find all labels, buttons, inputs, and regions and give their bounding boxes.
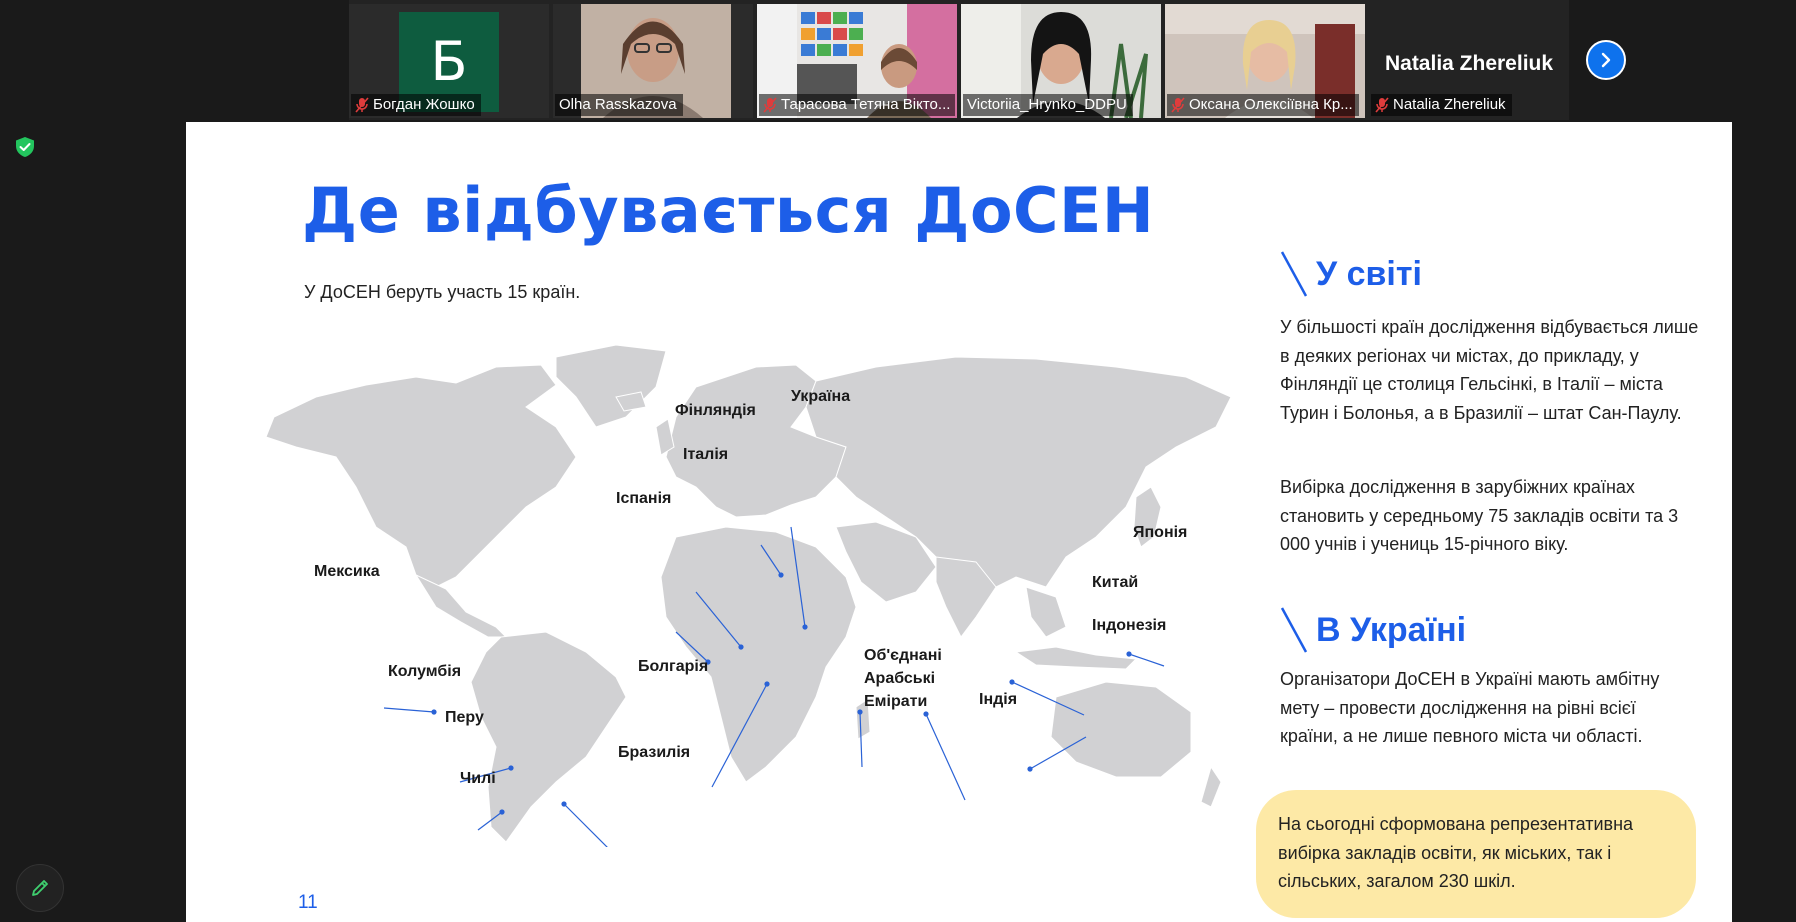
ukraine-callout: На сьогодні сформована репрезентативна в…: [1256, 790, 1696, 918]
india-pointer: [925, 713, 966, 801]
slash-decoration: [1280, 607, 1308, 653]
map-label-china: Китай: [1092, 574, 1139, 591]
participant-nameplate: Victoriia_Hrynko_DDPU: [963, 94, 1133, 116]
map-label-finland: Фінляндія: [675, 402, 756, 419]
world-paragraph-1: У більшості країн дослідження відбуваєть…: [1280, 317, 1699, 423]
north-america-shape: [265, 364, 577, 588]
next-participants-button[interactable]: [1586, 40, 1626, 80]
section-heading-ukraine: В Україні: [1280, 606, 1466, 654]
participant-nameplate: Богдан Жошко: [351, 94, 481, 116]
southeast-asia-shape: [1025, 586, 1067, 638]
australia-shape: [1050, 681, 1192, 778]
section-heading-world-text: У світі: [1316, 254, 1422, 293]
map-label-italy: Італія: [683, 446, 729, 463]
zoom-meeting-window: Б Богдан Жошко Olha Rasskazova Тарасова …: [0, 0, 1796, 922]
mic-muted-icon: [355, 97, 369, 113]
map-label-india: Індія: [979, 691, 1018, 708]
annotate-button[interactable]: [16, 864, 64, 912]
mic-muted-icon: [763, 97, 777, 113]
slide-subtitle: У ДоСЕН беруть участь 15 країн.: [304, 282, 581, 302]
central-america-shape: [414, 573, 508, 638]
mexico-pointer: [383, 707, 435, 713]
slash-decoration: [1280, 251, 1308, 297]
slide-title: Де відбувається ДоСЕН: [302, 174, 1155, 247]
map-label-indonesia: Індонезія: [1092, 617, 1167, 634]
participant-strip: Б Богдан Жошко Olha Rasskazova Тарасова …: [349, 0, 1569, 120]
participant-tile[interactable]: Б Богдан Жошко: [349, 4, 549, 118]
new-zealand-shape: [1200, 765, 1222, 808]
section-heading-world: У світі: [1280, 250, 1422, 298]
pencil-icon: [32, 880, 48, 896]
brazil-pointer: [563, 803, 619, 859]
participant-nameplate: Оксана Олексіївна Кр...: [1167, 94, 1359, 116]
participant-nameplate: Natalia Zhereliuk: [1371, 94, 1512, 116]
participant-name: Natalia Zhereliuk: [1393, 96, 1506, 113]
participant-name: Оксана Олексіївна Кр...: [1189, 96, 1353, 113]
participant-tile-active-speaker[interactable]: Victoriia_Hrynko_DDPU: [961, 4, 1161, 118]
participant-name: Victoriia_Hrynko_DDPU: [967, 96, 1127, 113]
mic-muted-icon: [1171, 97, 1185, 113]
map-label-ukraine: Україна: [791, 388, 851, 405]
participant-name: Тарасова Тетяна Вікто...: [781, 96, 951, 113]
participant-name: Богдан Жошко: [373, 96, 475, 113]
map-label-colombia: Колумбія: [388, 663, 462, 680]
map-label-bulgaria: Болгарія: [638, 658, 709, 675]
map-label-chile: Чилі: [460, 770, 496, 787]
map-label-uae: Об'єднані Арабські Емірати: [864, 647, 942, 711]
slide-page-number: 11: [298, 892, 318, 913]
mic-muted-icon: [1375, 97, 1389, 113]
south-america-shape: [470, 631, 627, 843]
map-label-japan: Японія: [1133, 524, 1188, 541]
indonesia-shape: [1014, 646, 1138, 670]
shared-slide: Де відбувається ДоСЕН У ДоСЕН беруть уча…: [186, 122, 1732, 922]
map-label-brazil: Бразилія: [618, 744, 691, 761]
world-paragraph-2: Вибірка дослідження в зарубіжних країнах…: [1280, 477, 1679, 554]
greenland-shape: [555, 344, 667, 428]
ukraine-paragraph-1: Організатори ДоСЕН в Україні мають амбіт…: [1280, 669, 1660, 746]
map-label-spain: Іспанія: [616, 490, 672, 507]
participant-tile[interactable]: Тарасова Тетяна Вікто...: [757, 4, 957, 118]
participant-tile[interactable]: Olha Rasskazova: [553, 4, 753, 118]
security-shield-icon[interactable]: [14, 136, 36, 158]
participant-name: Olha Rasskazova: [559, 96, 677, 113]
chevron-right-icon: [1601, 52, 1611, 68]
map-label-mexico: Мексика: [314, 563, 380, 580]
participant-display-name: Natalia Zhereliuk: [1384, 52, 1554, 75]
participant-tile[interactable]: Оксана Олексіївна Кр...: [1165, 4, 1365, 118]
participant-nameplate: Olha Rasskazova: [555, 94, 683, 116]
participant-nameplate: Тарасова Тетяна Вікто...: [759, 94, 955, 116]
participant-tile[interactable]: Natalia Zhereliuk Natalia Zhereliuk: [1369, 4, 1569, 118]
section-heading-ukraine-text: В Україні: [1316, 610, 1467, 649]
map-label-peru: Перу: [445, 709, 484, 726]
